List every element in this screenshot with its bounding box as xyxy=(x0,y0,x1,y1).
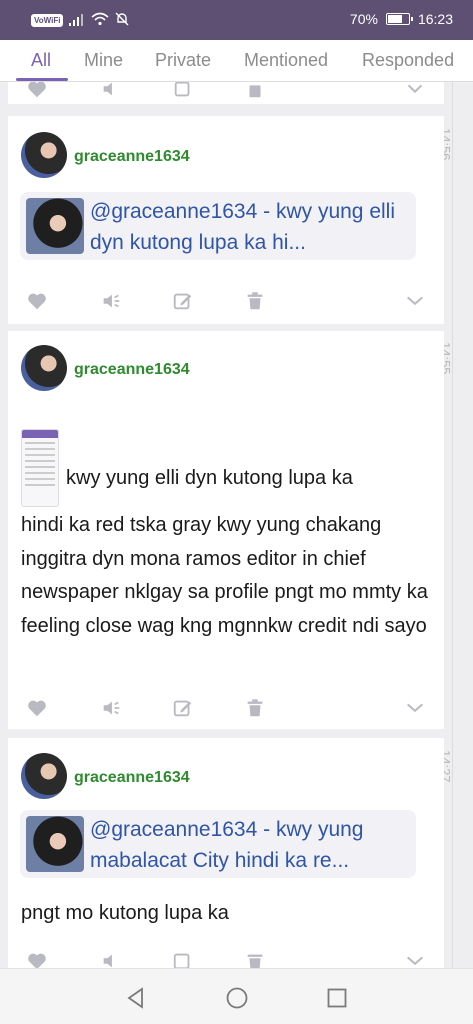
post-card xyxy=(8,82,444,104)
quoted-post-text: @graceanne1634 - kwy yung mabalacat City… xyxy=(90,818,364,872)
tab-mine[interactable]: Mine xyxy=(84,50,123,71)
timeline-line xyxy=(452,82,453,972)
tab-responded[interactable]: Responded xyxy=(362,50,454,71)
battery-percent: 70% xyxy=(349,11,378,27)
quoted-post-thumbnail xyxy=(26,816,84,872)
back-triangle-icon[interactable] xyxy=(124,986,148,1010)
chevron-down-icon[interactable] xyxy=(404,290,426,312)
tab-private[interactable]: Private xyxy=(155,50,211,71)
recents-square-icon[interactable] xyxy=(325,986,349,1010)
quoted-post-thumbnail xyxy=(26,198,84,254)
vowifi-badge: VoWiFi xyxy=(31,14,64,27)
mute-bell-icon xyxy=(115,12,129,29)
avatar[interactable] xyxy=(21,132,67,178)
speaker-icon[interactable] xyxy=(100,697,122,719)
wifi-icon xyxy=(91,12,109,29)
chevron-down-icon[interactable] xyxy=(404,82,426,100)
quoted-post[interactable]: @graceanne1634 - kwy yung elli dyn kuton… xyxy=(20,192,416,260)
username[interactable]: graceanne1634 xyxy=(74,148,190,166)
like-heart-icon[interactable] xyxy=(26,82,48,100)
signal-icon xyxy=(69,13,85,29)
edit-icon[interactable] xyxy=(172,82,194,100)
like-heart-icon[interactable] xyxy=(26,290,48,312)
avatar[interactable] xyxy=(21,753,67,799)
attached-screenshot-thumbnail[interactable] xyxy=(21,429,59,507)
post-card[interactable]: graceanne1634 @graceanne1634 - kwy yung … xyxy=(8,116,444,324)
username[interactable]: graceanne1634 xyxy=(74,361,190,379)
post-actions xyxy=(8,290,444,314)
filter-tabs: All Mine Private Mentioned Responded xyxy=(0,40,473,82)
username[interactable]: graceanne1634 xyxy=(74,769,190,787)
home-circle-icon[interactable] xyxy=(225,986,249,1010)
chevron-down-icon[interactable] xyxy=(404,697,426,719)
quoted-post-text: @graceanne1634 - kwy yung elli dyn kuton… xyxy=(90,200,395,254)
post-card[interactable]: graceanne1634 kwy yung elli dyn kutong l… xyxy=(8,331,444,729)
battery-icon xyxy=(385,13,413,25)
status-bar: VoWiFi 70% 16:23 xyxy=(0,0,473,40)
trash-icon[interactable] xyxy=(244,290,266,312)
avatar[interactable] xyxy=(21,345,67,391)
post-text: pngt mo kutong lupa ka xyxy=(21,902,229,924)
clock: 16:23 xyxy=(417,11,453,27)
post-actions xyxy=(8,82,444,102)
system-navigation-bar xyxy=(0,968,473,1024)
active-tab-indicator xyxy=(16,78,68,81)
trash-icon[interactable] xyxy=(244,697,266,719)
like-heart-icon[interactable] xyxy=(26,697,48,719)
tab-mentioned[interactable]: Mentioned xyxy=(244,50,328,71)
edit-icon[interactable] xyxy=(172,697,194,719)
post-text-first-line: kwy yung elli dyn kutong lupa ka xyxy=(66,467,353,489)
post-text: hindi ka red tska gray kwy yung chakang … xyxy=(21,514,428,637)
post-card[interactable]: graceanne1634 @graceanne1634 - kwy yung … xyxy=(8,738,444,970)
speaker-icon[interactable] xyxy=(100,290,122,312)
post-actions xyxy=(8,697,444,721)
speaker-icon[interactable] xyxy=(100,82,122,100)
quoted-post[interactable]: @graceanne1634 - kwy yung mabalacat City… xyxy=(20,810,416,878)
trash-icon[interactable] xyxy=(244,82,266,100)
edit-icon[interactable] xyxy=(172,290,194,312)
tab-all[interactable]: All xyxy=(31,50,51,71)
